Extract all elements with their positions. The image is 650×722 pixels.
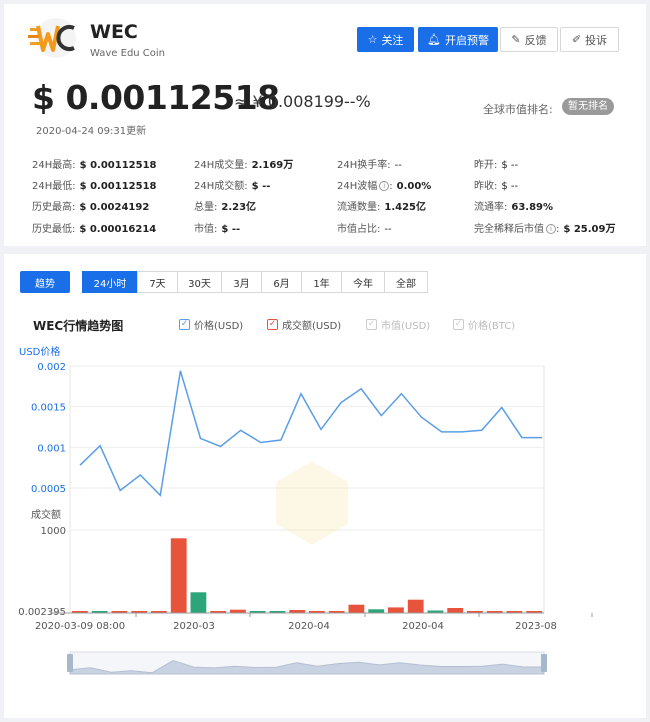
info-icon[interactable]: i (379, 181, 390, 191)
stat-yesterday-close: 昨收: $ -- (474, 181, 519, 192)
trend-chart[interactable]: 0.0020.00150.0010.000510000.0023952020-0… (4, 254, 646, 718)
price-tick-label: 0.002 (37, 362, 66, 373)
chart-card: 趋势 24小时 7天 30天 3月 6月 1年 今年 全部 WEC行情趋势图 ✓ 价格(USD)… (4, 254, 646, 718)
edit-icon: ✎ (511, 33, 521, 46)
zoom-handle-left (67, 654, 73, 672)
alert-label: 开启预警 (444, 33, 489, 47)
coin-symbol: WEC (90, 21, 138, 43)
global-rank-badge: 暂无排名 (562, 98, 614, 115)
volume-bar (447, 608, 464, 613)
stat-fully-diluted-mcap: 完全稀释后市值 i: $ 25.09万 (474, 224, 616, 235)
star-icon: ☆ (367, 33, 378, 46)
stat-market-cap: 市值: $ -- (194, 224, 241, 235)
volume-bar (348, 604, 365, 613)
stat-24h-amplitude: 24H波幅 i:0.00% (337, 181, 432, 192)
update-timestamp: 2020-04-24 09:31更新 (36, 126, 147, 137)
stat-24h-low: 24H最低: $ 0.00112518 (32, 181, 157, 192)
feedback-label: 反馈 (524, 33, 547, 47)
volume-bar (407, 599, 424, 613)
stat-24h-turnover-rate: 24H换手率: -- (337, 160, 402, 171)
x-tick-label: 2020-03-09 08:00 (35, 621, 125, 632)
stat-24h-volume: 24H成交量: 2.169万 (194, 160, 294, 171)
x-tick-label: 2020-03 (173, 621, 215, 632)
volume-bar (170, 538, 187, 613)
stat-circulating-supply: 流通数量: 1.425亿 (337, 202, 427, 213)
price-alert-button[interactable]: 🔔︎ 开启预警 (418, 27, 498, 52)
price-change: --% (344, 92, 371, 111)
stat-circulation-rate: 流通率: 63.89% (474, 202, 554, 213)
pen-icon: ✐ (571, 33, 582, 46)
stat-atl: 历史最低: $ 0.00016214 (32, 224, 157, 235)
volume-bar (388, 607, 404, 613)
stat-24h-turnover: 24H成交额: $ -- (194, 181, 271, 192)
complain-label: 投诉 (585, 33, 608, 47)
coin-full-name: Wave Edu Coin (90, 48, 166, 59)
volume-tick-label: 1000 (41, 526, 66, 537)
x-tick-label: 2023-08 (515, 621, 557, 632)
stat-ath: 历史最高: $ 0.0024192 (32, 202, 150, 213)
wec-logo-icon (28, 18, 76, 58)
feedback-button[interactable]: ✎ 反馈 (500, 27, 558, 52)
volume-bar (190, 592, 207, 614)
follow-button[interactable]: ☆ 关注 (357, 27, 414, 52)
price-tick-label: 0.0015 (31, 403, 66, 414)
coin-summary-card: WEC Wave Edu Coin ☆ 关注 🔔︎ 开启预警 ✎ 反馈 ✐ 投诉… (4, 4, 646, 246)
zoom-handle-right (541, 654, 547, 672)
info-icon[interactable]: i (546, 224, 556, 234)
stat-mcap-share: 市值占比: -- (337, 224, 392, 235)
global-rank-label: 全球市值排名: (483, 103, 553, 116)
x-tick-label: 2020-04 (402, 621, 444, 632)
follow-label: 关注 (381, 33, 404, 47)
price-tick-label: 0.001 (37, 443, 66, 454)
stat-yesterday-open: 昨开: $ -- (474, 160, 519, 171)
price-cny: ≈ ¥ 0.008199 (234, 92, 345, 111)
x-tick-label: 2020-04 (288, 621, 330, 632)
volume-bar (368, 609, 385, 613)
complain-button[interactable]: ✐ 投诉 (560, 27, 619, 52)
stat-24h-high: 24H最高: $ 0.00112518 (32, 160, 157, 171)
stat-total-supply: 总量: 2.23亿 (194, 202, 257, 213)
watermark-logo (276, 461, 348, 545)
price-tick-label: 0.0005 (31, 484, 66, 495)
bell-icon: 🔔︎ (427, 33, 441, 46)
